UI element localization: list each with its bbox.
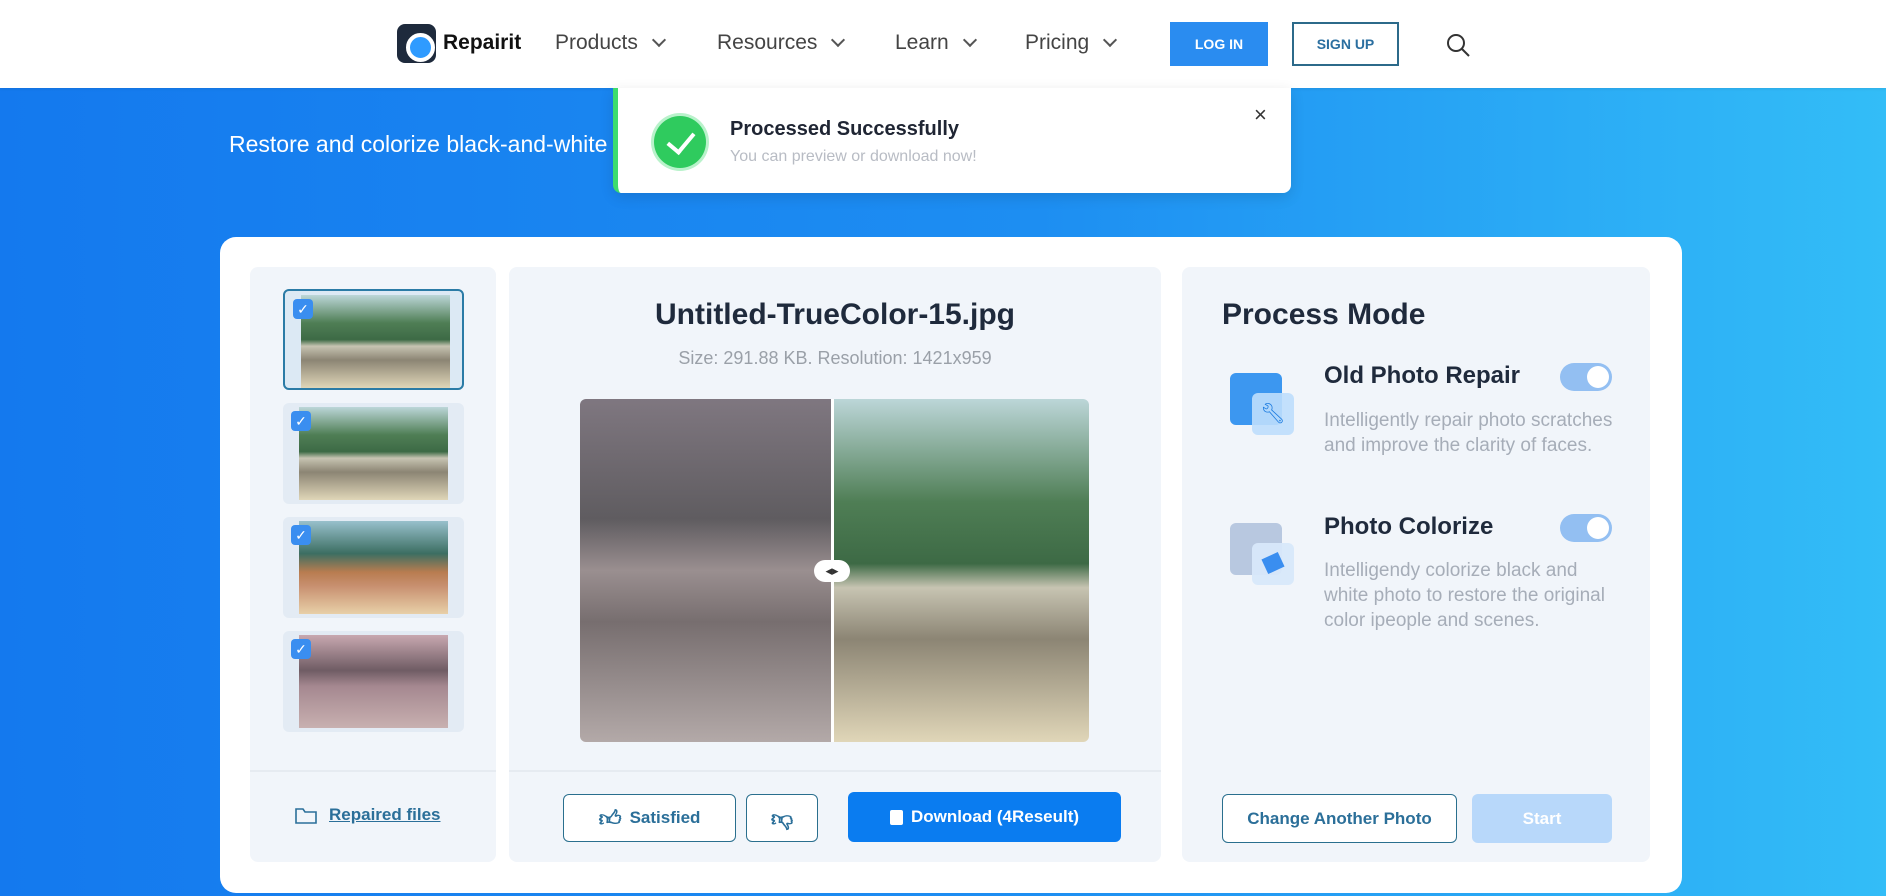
satisfied-button[interactable]: 👍︎ Satisfied [563,794,736,842]
checkbox[interactable]: ✓ [293,299,313,319]
old-photo-repair-toggle[interactable] [1560,363,1612,391]
result-image [832,399,1089,742]
repairit-logo-icon[interactable] [397,24,436,63]
compare-slider-handle-icon[interactable]: ◂▸ [814,560,850,582]
start-button[interactable]: Start [1472,794,1612,843]
check-circle-icon [654,116,706,168]
brand-name[interactable]: Repairit [443,31,521,55]
thumbnail-image [299,407,448,500]
thumbnail-item[interactable]: ✓ [283,289,464,390]
chevron-down-icon [962,32,977,48]
download-file-icon [889,809,903,825]
nav-label: Products [555,31,638,54]
photo-colorize-icon [1230,523,1294,587]
mode-description: Intelligendy colorize black and white ph… [1324,560,1605,631]
success-toast: Processed Successfully You can preview o… [613,88,1291,193]
photo-repair-icon: 🔧︎ [1230,373,1294,437]
login-button[interactable]: LOG IN [1170,22,1268,66]
repaired-files-label: Repaired files [329,805,441,824]
download-button[interactable]: Download (4Reseult) [848,792,1121,842]
thumbnail-item[interactable]: ✓ [283,517,464,618]
thumbnail-item[interactable]: ✓ [283,631,464,732]
thumbnail-image [301,295,450,388]
top-nav-bar: Repairit Products Resources Learn Pricin… [0,0,1886,88]
checkbox[interactable]: ✓ [291,411,311,431]
thumbnail-item[interactable]: ✓ [283,403,464,504]
thumbnail-image [299,635,448,728]
checkbox[interactable]: ✓ [291,525,311,545]
close-icon[interactable]: × [1254,102,1267,128]
folder-icon [295,808,317,824]
download-label: Download (4Reseult) [910,807,1080,826]
toast-title: Processed Successfully [730,118,960,140]
search-icon[interactable] [1445,32,1471,58]
divider [250,770,496,772]
satisfied-label: Satisfied [629,808,701,827]
divider [509,770,1161,772]
mode-title: Photo Colorize [1324,513,1494,540]
checkbox[interactable]: ✓ [291,639,311,659]
toast-subtitle: You can preview or download now! [730,148,977,165]
nav-pricing[interactable]: Pricing [1025,31,1118,55]
nav-products[interactable]: Products [555,31,666,55]
mode-title: Old Photo Repair [1324,362,1521,389]
change-another-photo-button[interactable]: Change Another Photo [1222,794,1457,843]
signup-button[interactable]: SIGN UP [1292,22,1399,66]
chevron-down-icon [651,32,666,48]
repaired-files-link[interactable]: Repaired files [295,805,441,825]
mode-description: Intelligently repair photo scratches and… [1324,410,1613,456]
nav-label: Learn [895,31,949,54]
nav-learn[interactable]: Learn [895,31,977,55]
chevron-down-icon [1103,32,1118,48]
thumbs-down-button[interactable]: 👎︎ [746,794,818,842]
photo-colorize-toggle[interactable] [1560,514,1612,542]
nav-label: Resources [717,31,818,54]
thumbs-up-icon: 👍︎ [598,805,622,831]
original-image [580,399,832,742]
nav-label: Pricing [1025,31,1090,54]
thumbs-down-icon: 👎︎ [770,805,794,831]
file-name: Untitled-TrueColor-15.jpg [655,298,1015,331]
process-mode-title: Process Mode [1222,298,1426,331]
file-info: Size: 291.88 KB. Resolution: 1421x959 [678,348,992,368]
thumbnail-image [299,521,448,614]
nav-resources[interactable]: Resources [717,31,846,55]
chevron-down-icon [831,32,846,48]
